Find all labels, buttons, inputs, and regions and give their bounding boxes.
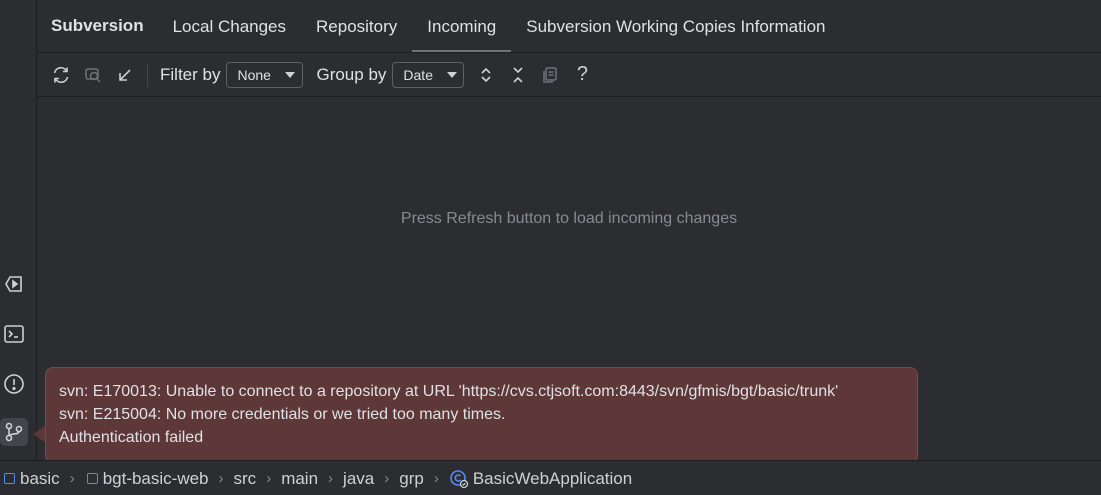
- chevron-right-icon: ›: [218, 470, 224, 487]
- filter-by-label: Filter by: [160, 64, 221, 84]
- module-icon: [4, 473, 15, 484]
- breadcrumb-item-java[interactable]: java: [343, 469, 374, 489]
- spring-class-icon: [449, 469, 469, 489]
- left-tool-strip: [0, 0, 37, 460]
- group-by-label: Group by: [316, 64, 387, 84]
- chevron-right-icon: ›: [266, 470, 272, 487]
- breadcrumb-item-src[interactable]: src: [234, 469, 257, 489]
- chevron-right-icon: ›: [69, 470, 75, 487]
- breadcrumb-item-grp[interactable]: grp: [399, 469, 424, 489]
- error-line: svn: E170013: Unable to connect to a rep…: [59, 383, 839, 400]
- search-changes-icon[interactable]: [81, 63, 105, 87]
- chevron-down-icon: [284, 71, 295, 78]
- tab-incoming[interactable]: Incoming: [412, 0, 512, 52]
- expand-all-icon[interactable]: [474, 63, 498, 87]
- help-icon[interactable]: ?: [570, 63, 594, 87]
- group-by-select[interactable]: Date: [392, 61, 465, 88]
- services-icon[interactable]: [0, 270, 28, 298]
- error-notification[interactable]: svn: E170013: Unable to connect to a rep…: [45, 367, 918, 463]
- filter-by-select[interactable]: None: [226, 61, 304, 88]
- tab-bar: Subversion Local Changes Repository Inco…: [37, 0, 1101, 53]
- empty-state-message: Press Refresh button to load incoming ch…: [400, 210, 738, 227]
- breadcrumb-item-main[interactable]: main: [281, 469, 318, 489]
- problems-icon[interactable]: [0, 370, 28, 398]
- version-control-icon[interactable]: [0, 418, 28, 446]
- breadcrumb: basic › bgt-basic-web › src › main › jav…: [0, 460, 1101, 495]
- collapse-all-icon[interactable]: [506, 63, 530, 87]
- toolbar: Filter by None Group by Date ?: [37, 53, 1101, 97]
- chevron-down-icon: [446, 71, 457, 78]
- update-arrow-icon[interactable]: [113, 63, 137, 87]
- group-by-value: Date: [403, 66, 433, 83]
- chevron-right-icon: ›: [384, 470, 390, 487]
- chevron-right-icon: ›: [433, 470, 439, 487]
- filter-by-value: None: [237, 66, 271, 83]
- tool-window-title: Subversion: [51, 16, 144, 35]
- tab-repository[interactable]: Repository: [301, 0, 412, 52]
- error-line: Authentication failed: [59, 429, 204, 446]
- terminal-icon[interactable]: [0, 320, 28, 348]
- breadcrumb-item-class[interactable]: BasicWebApplication: [449, 469, 632, 489]
- error-line: svn: E215004: No more credentials or we …: [59, 406, 506, 423]
- breadcrumb-item-basic[interactable]: basic: [2, 469, 60, 489]
- toolbar-separator: [147, 62, 148, 87]
- breadcrumb-item-bgt-basic-web[interactable]: bgt-basic-web: [85, 469, 209, 489]
- refresh-icon[interactable]: [49, 63, 73, 87]
- module-icon: [86, 473, 98, 484]
- copy-icon[interactable]: [538, 63, 562, 87]
- chevron-right-icon: ›: [328, 470, 334, 487]
- svn-tool-window: Subversion Local Changes Repository Inco…: [0, 0, 1101, 495]
- tab-working-copies-info[interactable]: Subversion Working Copies Information: [511, 0, 840, 52]
- tab-local-changes[interactable]: Local Changes: [158, 0, 301, 52]
